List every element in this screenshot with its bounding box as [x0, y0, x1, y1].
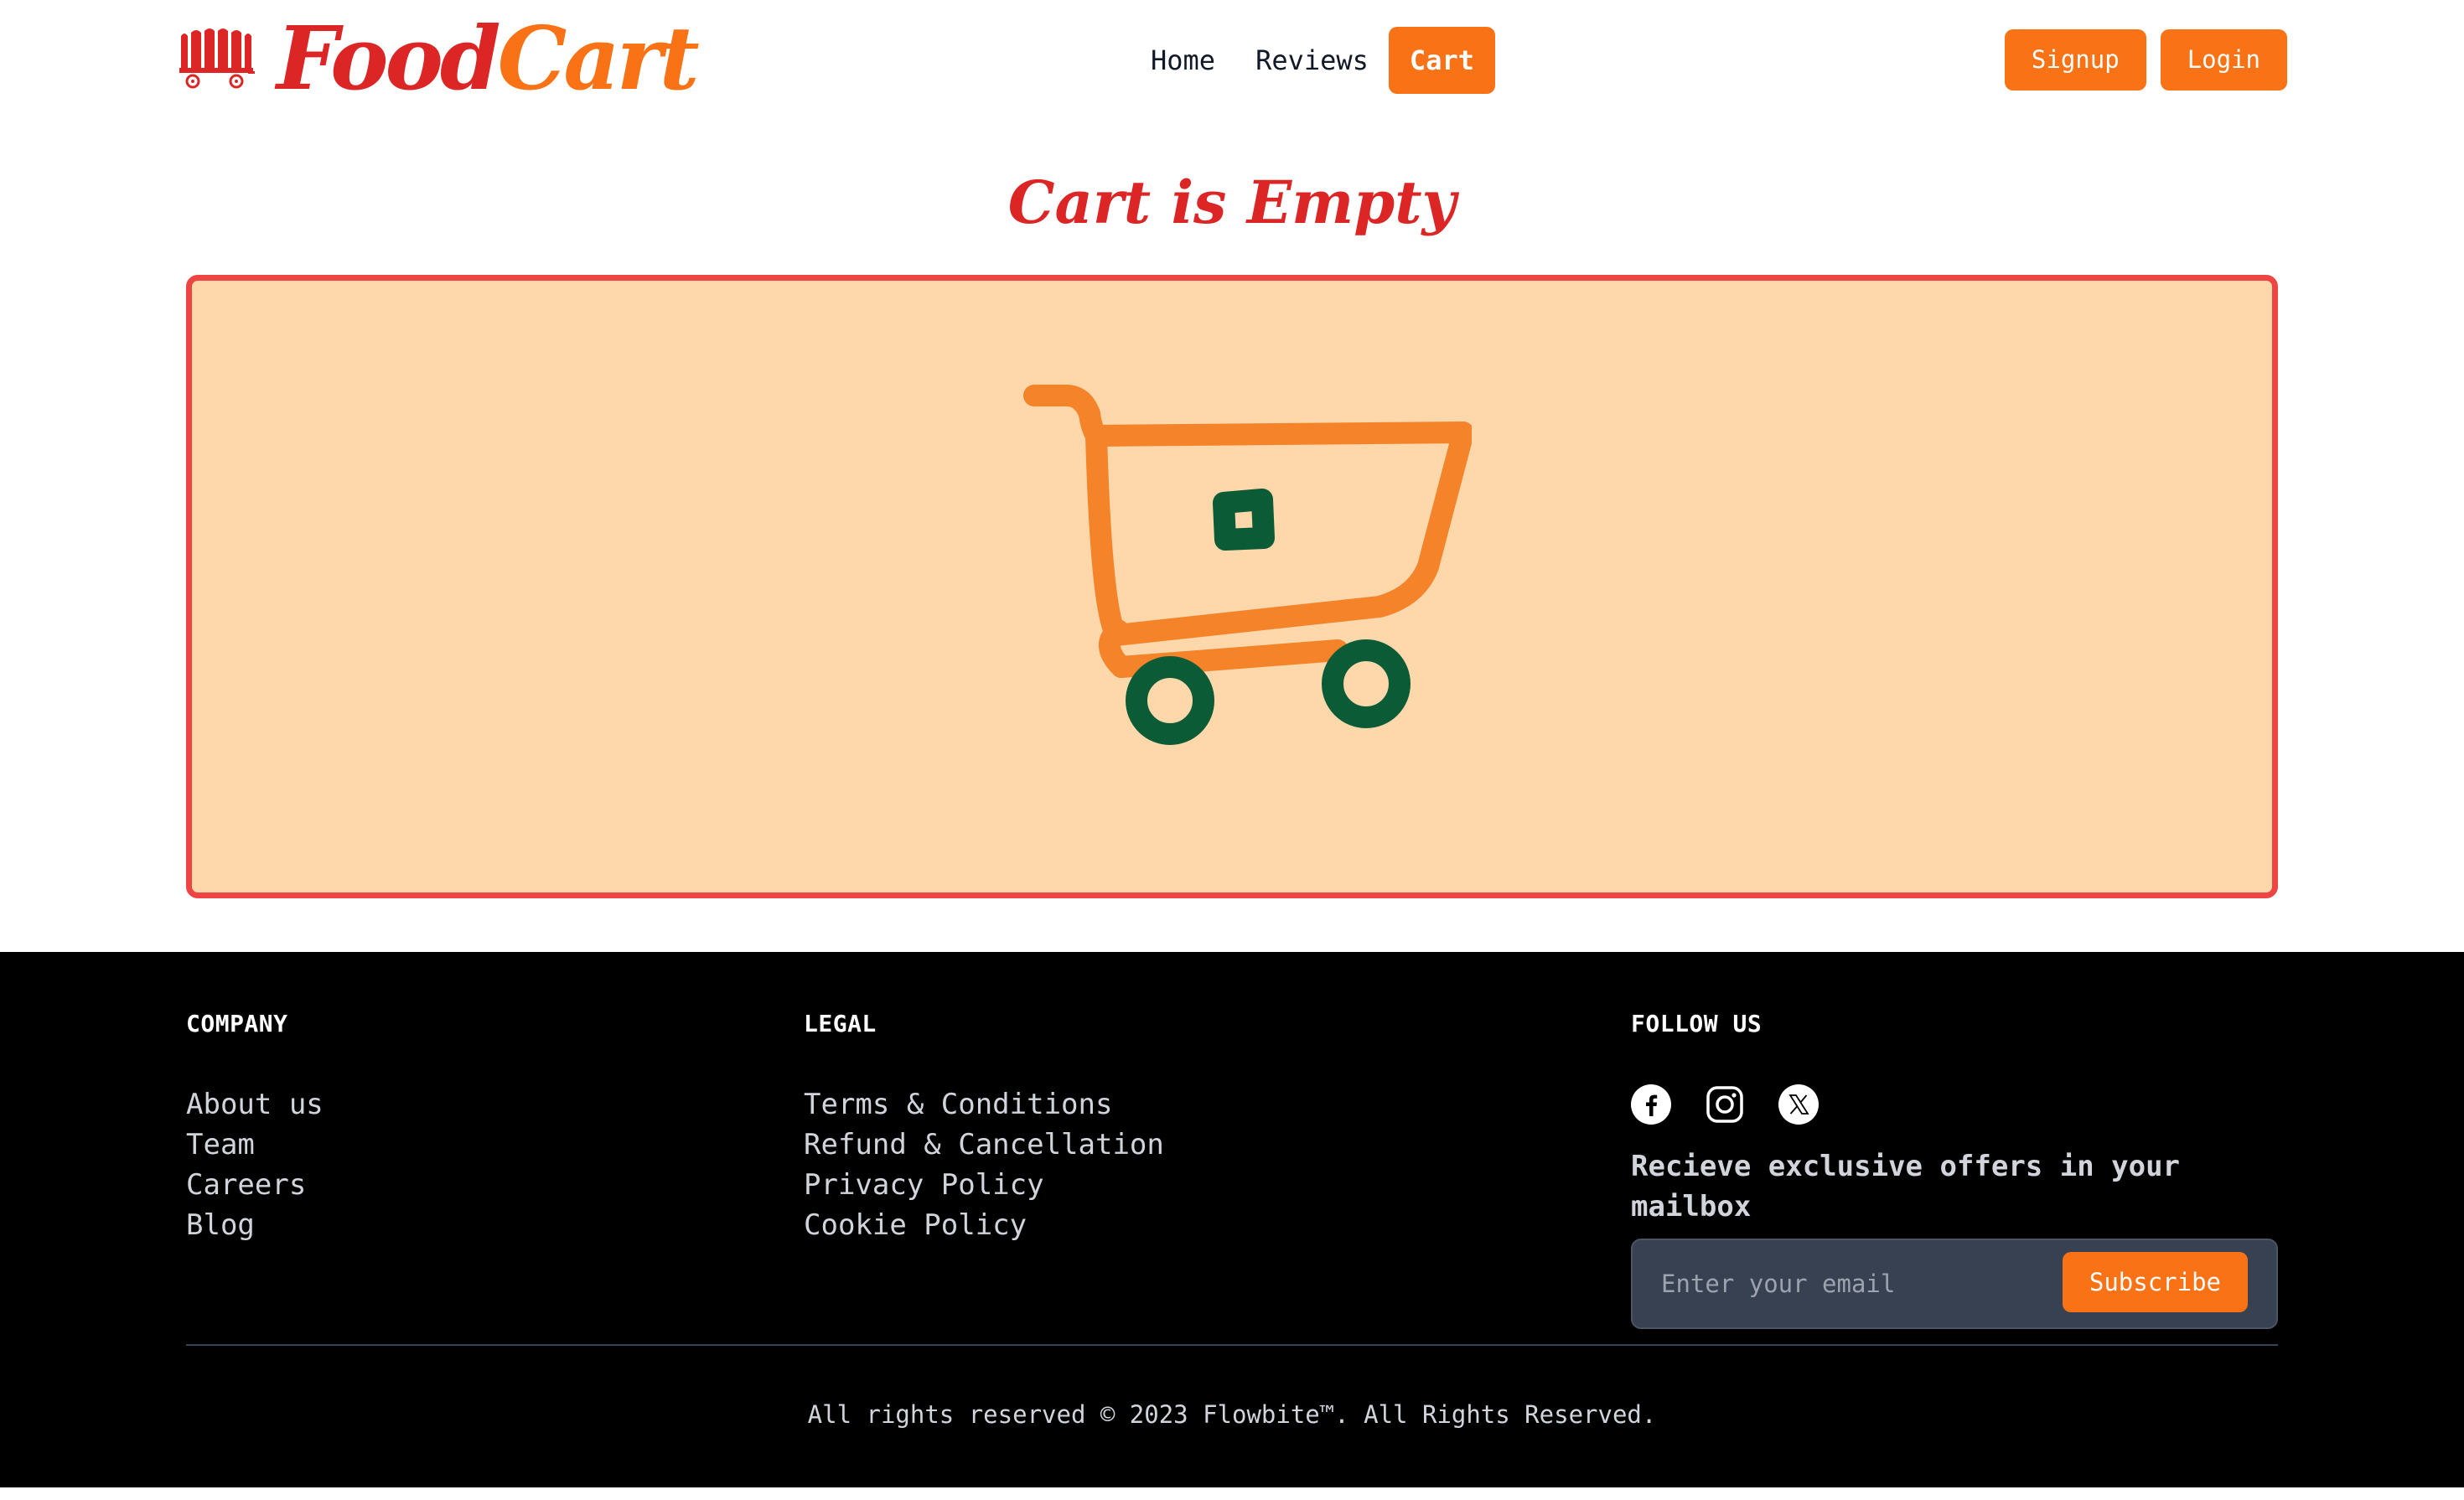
link-privacy[interactable]: Privacy Policy	[804, 1165, 1164, 1205]
legal-links: Terms & Conditions Refund & Cancellation…	[804, 1084, 1164, 1245]
copyright-text: All rights reserved © 2023 Flowbite™. Al…	[807, 1400, 1657, 1429]
footer-legal: LEGAL Terms & Conditions Refund & Cancel…	[804, 1007, 1164, 1245]
signup-button[interactable]: Signup	[2004, 29, 2146, 91]
footer-heading-legal: LEGAL	[804, 1010, 877, 1037]
email-input[interactable]	[1659, 1260, 2062, 1307]
social-links	[1631, 1084, 2278, 1125]
auth-buttons: Signup Login	[2004, 29, 2287, 91]
link-about-us[interactable]: About us	[186, 1084, 324, 1125]
company-links: About us Team Careers Blog	[186, 1084, 324, 1245]
x-twitter-icon[interactable]	[1778, 1084, 1819, 1125]
nav-reviews[interactable]: Reviews	[1235, 27, 1389, 94]
newsletter-form: Subscribe	[1631, 1239, 2278, 1329]
footer-heading-follow: FOLLOW US	[1631, 1010, 1763, 1037]
link-careers[interactable]: Careers	[186, 1165, 324, 1205]
site-footer: COMPANY About us Team Careers Blog LEGAL…	[0, 952, 2464, 1487]
brand-name-cart: Cart	[497, 7, 700, 110]
footer-heading-company: COMPANY	[186, 1010, 288, 1037]
facebook-icon[interactable]	[1631, 1084, 1671, 1125]
brand-name: FoodCart	[277, 15, 700, 102]
footer-follow: FOLLOW US Recieve exclusive offers in yo…	[1631, 1007, 2278, 1329]
footer-company: COMPANY About us Team Careers Blog	[186, 1007, 324, 1245]
main-nav: Home Reviews Cart	[1131, 27, 1495, 94]
nav-cart[interactable]: Cart	[1388, 27, 1495, 94]
nav-home[interactable]: Home	[1131, 27, 1235, 94]
covered-wagon-icon	[179, 28, 255, 89]
link-refund[interactable]: Refund & Cancellation	[804, 1125, 1164, 1165]
link-blog[interactable]: Blog	[186, 1205, 324, 1245]
login-button[interactable]: Login	[2160, 29, 2287, 91]
page-title: Cart is Empty	[1007, 168, 1457, 237]
link-terms[interactable]: Terms & Conditions	[804, 1084, 1164, 1125]
link-team[interactable]: Team	[186, 1125, 324, 1165]
site-header: FoodCart Home Reviews Cart Signup Login	[0, 0, 2464, 126]
brand-logo[interactable]: FoodCart	[178, 12, 700, 106]
instagram-icon[interactable]	[1705, 1084, 1745, 1125]
newsletter-text: Recieve exclusive offers in your mailbox	[1631, 1150, 2181, 1223]
link-cookie[interactable]: Cookie Policy	[804, 1205, 1164, 1245]
footer-divider	[186, 1344, 2278, 1346]
subscribe-button[interactable]: Subscribe	[2062, 1252, 2248, 1312]
brand-name-food: Food	[277, 7, 501, 110]
empty-shopping-cart-icon	[1023, 385, 1472, 745]
